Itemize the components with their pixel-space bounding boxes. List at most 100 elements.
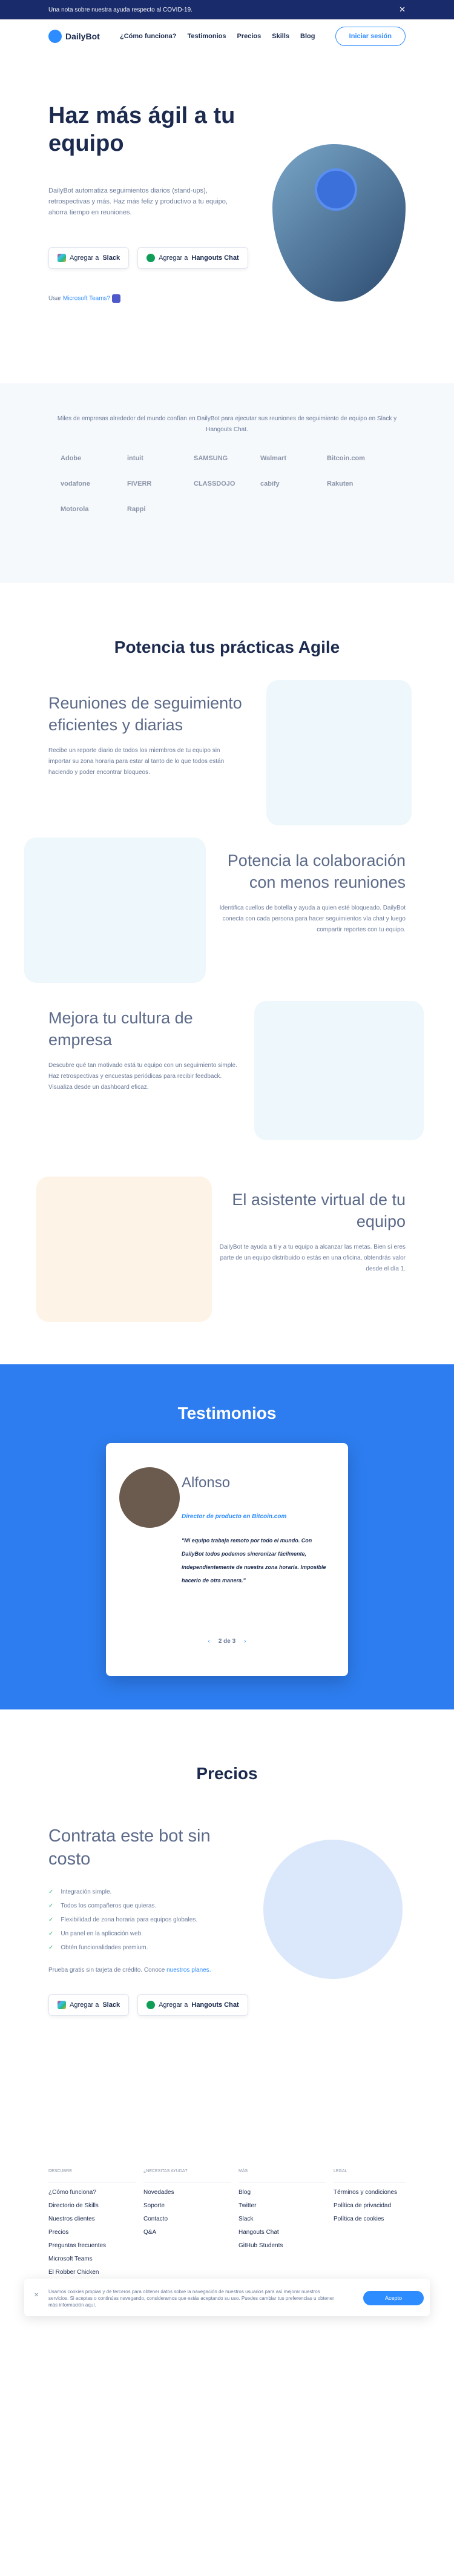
footer-link[interactable]: Preguntas frecuentes <box>48 2239 136 2253</box>
footer-link[interactable]: Q&A <box>143 2226 231 2239</box>
ms-pre: Usar <box>48 295 62 302</box>
hangouts-label: Hangouts Chat <box>191 254 239 262</box>
footer-link[interactable]: Slack <box>239 2213 326 2226</box>
feature-text: Descubre qué tan motivado está tu equipo… <box>48 1062 237 1091</box>
feature-text: Identifica cuellos de botella y ayuda a … <box>219 905 406 933</box>
hangouts-icon <box>146 254 156 262</box>
client-logos: Adobe intuit SAMSUNG Walmart Bitcoin.com voda… <box>61 455 393 513</box>
nav-link-testimonios[interactable]: Testimonios <box>188 33 226 40</box>
hero-title: Haz más ágil a tu equipo <box>48 103 235 156</box>
hangouts-pre: Agregar a <box>159 254 188 262</box>
pricing-subtitle: Contrata este bot sin costo <box>48 1826 211 1869</box>
footer-link[interactable]: Términos y condiciones <box>334 2186 406 2199</box>
logo-text: DailyBot <box>65 31 100 41</box>
announcement-bar[interactable]: Una nota sobre nuestra ayuda respecto al… <box>0 0 454 19</box>
client-logo: Bitcoin.com <box>327 455 365 462</box>
ms-teams-link[interactable]: Microsoft Teams? <box>63 296 110 302</box>
testimonial-pager: ‹ 2 de 3 › <box>106 1638 348 1645</box>
add-to-hangouts-button[interactable]: Agregar a Hangouts Chat <box>137 247 248 269</box>
close-icon[interactable]: ✕ <box>399 5 406 15</box>
pricing-list: Integración simple. Todos los compañeros… <box>48 1885 197 1955</box>
footer-link[interactable]: Nuestros clientes <box>48 2213 136 2226</box>
client-logo: Rappi <box>127 506 146 513</box>
navbar: DailyBot ¿Cómo funciona? Testimonios Pre… <box>0 19 454 53</box>
hero-photo <box>272 144 406 302</box>
cookie-banner: ✕ Usamos cookies propias y de terceros p… <box>24 2279 430 2316</box>
pricing-section: Precios Contrata este bot sin costo Inte… <box>0 1709 454 2139</box>
footer-heading: ¿NECESITAS AYUDA? <box>143 2165 231 2182</box>
client-logo: Rakuten <box>327 480 354 487</box>
feature-standups: Reuniones de seguimiento eficientes y di… <box>48 692 242 778</box>
add-to-hangouts-button[interactable]: Agregar a Hangouts Chat <box>137 1994 248 2016</box>
feature-text: DailyBot te ayuda a ti y a tu equipo a a… <box>219 1244 406 1272</box>
culture-illustration <box>254 1001 424 1140</box>
list-item: Integración simple. <box>48 1885 197 1899</box>
list-item: Obtén funcionalidades premium. <box>48 1941 197 1955</box>
pricing-title: Precios <box>196 1764 258 1783</box>
standups-illustration <box>266 680 412 825</box>
client-logo: CLASSDOJO <box>194 480 235 487</box>
pager-text: 2 de 3 <box>218 1638 236 1645</box>
footer-link[interactable]: Blog <box>239 2186 326 2199</box>
slack-pre: Agregar a <box>70 254 99 262</box>
slack-pre: Agregar a <box>70 2001 99 2009</box>
pricing-illustration <box>263 1840 403 1979</box>
add-to-slack-button[interactable]: Agregar a Slack <box>48 247 130 269</box>
footer-heading: MÁS <box>239 2165 326 2182</box>
add-to-slack-button[interactable]: Agregar a Slack <box>48 1994 130 2016</box>
footer-link[interactable]: Hangouts Chat <box>239 2226 326 2239</box>
footer-link[interactable]: Soporte <box>143 2199 231 2213</box>
feature-title: Reuniones de seguimiento eficientes y di… <box>48 694 242 734</box>
client-logo: Adobe <box>61 455 82 462</box>
footer-col-legal: LEGAL Términos y condiciones Política de … <box>334 2165 406 2226</box>
list-item: Un panel en la aplicación web. <box>48 1927 197 1941</box>
feature-collaboration: Potencia la colaboración con menos reuni… <box>212 850 406 936</box>
hangouts-icon <box>146 2001 156 2009</box>
login-button[interactable]: Iniciar sesión <box>335 27 406 46</box>
ms-teams-line: Usar Microsoft Teams? <box>48 294 120 303</box>
cookie-text: Usamos cookies propias y de terceros par… <box>48 2289 334 2308</box>
footer-link[interactable]: Twitter <box>239 2199 326 2213</box>
accept-cookies-button[interactable]: Acepto <box>363 2291 424 2305</box>
hangouts-pre: Agregar a <box>159 2001 188 2009</box>
feature-culture: Mejora tu cultura de empresa Descubre qué… <box>48 1007 242 1093</box>
footer-link[interactable]: El Robber Chicken <box>48 2266 136 2279</box>
slack-icon <box>58 2001 66 2009</box>
nav-link-blog[interactable]: Blog <box>300 33 315 40</box>
nav-link-como-funciona[interactable]: ¿Cómo funciona? <box>120 33 177 40</box>
logo[interactable]: DailyBot <box>48 30 100 43</box>
collaboration-illustration <box>24 837 206 983</box>
client-logo: intuit <box>127 455 143 462</box>
client-logo: SAMSUNG <box>194 455 228 462</box>
footer-col-discover: DESCUBRE ¿Cómo funciona? Directorio de Sk… <box>48 2165 136 2279</box>
chevron-left-icon[interactable]: ‹ <box>208 1638 209 1645</box>
client-logo: Walmart <box>260 455 286 462</box>
client-logo: vodafone <box>61 480 90 487</box>
note-text: Prueba gratis sin tarjeta de crédito. Co… <box>48 1967 165 1973</box>
agile-title: Potencia tus prácticas Agile <box>114 638 340 656</box>
footer-link[interactable]: Política de privacidad <box>334 2199 406 2213</box>
pricing-note: Prueba gratis sin tarjeta de crédito. Co… <box>48 1967 211 1973</box>
footer-link[interactable]: Microsoft Teams <box>48 2253 136 2266</box>
footer-col-help: ¿NECESITAS AYUDA? Novedades Soporte Contac… <box>143 2165 231 2239</box>
footer-link[interactable]: ¿Cómo funciona? <box>48 2186 136 2199</box>
chevron-right-icon[interactable]: › <box>244 1638 246 1645</box>
close-icon[interactable]: ✕ <box>34 2292 39 2299</box>
nav-link-precios[interactable]: Precios <box>237 33 262 40</box>
avatar <box>119 1467 180 1528</box>
feature-title: Potencia la colaboración con menos reuni… <box>227 851 406 891</box>
clients-section: Miles de empresas alrededor del mundo co… <box>0 383 454 583</box>
footer-link[interactable]: Contacto <box>143 2213 231 2226</box>
footer-link[interactable]: Precios <box>48 2226 136 2239</box>
agile-section: Potencia tus prácticas Agile Reuniones d… <box>0 583 454 1364</box>
footer-link[interactable]: Directorio de Skills <box>48 2199 136 2213</box>
feature-title: Mejora tu cultura de empresa <box>48 1009 193 1049</box>
nav-link-skills[interactable]: Skills <box>272 33 289 40</box>
list-item: Flexibilidad de zona horaria para equipo… <box>48 1913 197 1927</box>
footer-link[interactable]: GitHub Students <box>239 2239 326 2253</box>
feature-title: El asistente virtual de tu equipo <box>232 1191 406 1230</box>
plans-link[interactable]: nuestros planes. <box>166 1967 211 1973</box>
testimonial-name: Alfonso <box>182 1475 231 1491</box>
footer-link[interactable]: Política de cookies <box>334 2213 406 2226</box>
footer-link[interactable]: Novedades <box>143 2186 231 2199</box>
